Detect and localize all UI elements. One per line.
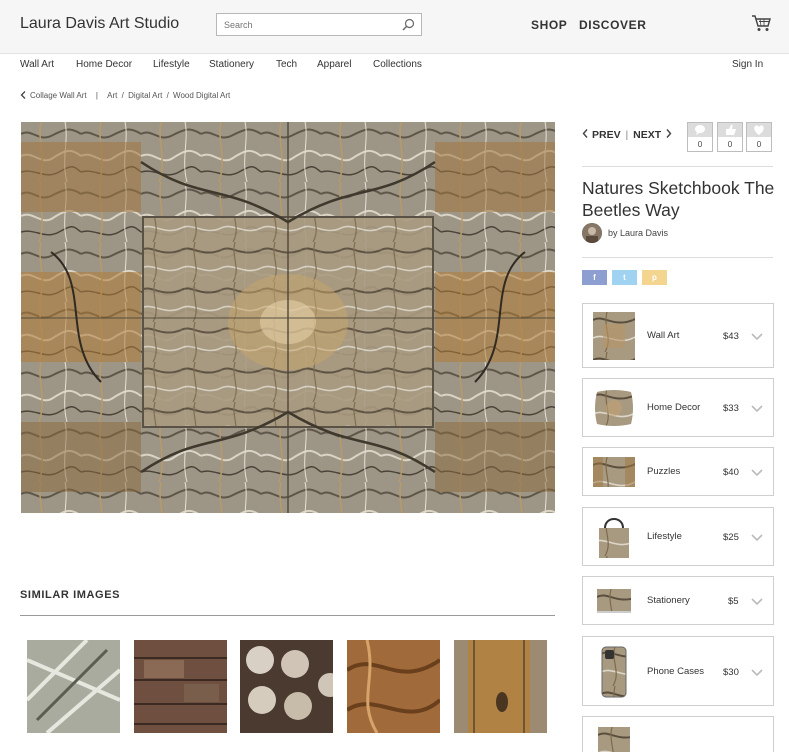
- category-wall-art[interactable]: Wall Art: [20, 59, 54, 70]
- breadcrumb-slash: /: [166, 91, 169, 100]
- similar-image-thumb[interactable]: [134, 640, 227, 733]
- similar-image-thumb[interactable]: [240, 640, 333, 733]
- product-name: Lifestyle: [647, 531, 682, 542]
- pager: PREV | NEXT: [582, 129, 672, 141]
- product-card-lifestyle[interactable]: Lifestyle $25: [582, 507, 774, 566]
- product-name: Puzzles: [647, 466, 681, 477]
- product-name: Wall Art: [647, 330, 680, 341]
- cart-icon[interactable]: [751, 14, 771, 32]
- product-price: $33: [723, 403, 739, 414]
- similar-image-thumb[interactable]: [454, 640, 547, 733]
- category-home-decor[interactable]: Home Decor: [76, 59, 132, 70]
- divider: [582, 166, 773, 167]
- category-collections[interactable]: Collections: [373, 59, 422, 70]
- pinterest-share-button[interactable]: p: [642, 270, 667, 285]
- artist-avatar[interactable]: [582, 223, 602, 243]
- chevron-down-icon[interactable]: [751, 333, 763, 341]
- thumbs-up-icon: [726, 124, 736, 135]
- chevron-down-icon[interactable]: [751, 534, 763, 542]
- artist-byline[interactable]: by Laura Davis: [608, 228, 668, 238]
- search-box[interactable]: [216, 13, 422, 36]
- nav-shop[interactable]: SHOP: [531, 18, 567, 32]
- divider: [20, 615, 555, 616]
- breadcrumb-art[interactable]: Art: [107, 91, 117, 100]
- nav-discover[interactable]: DISCOVER: [579, 18, 646, 32]
- comments-counter[interactable]: 0: [687, 122, 713, 152]
- similar-image-thumb[interactable]: [27, 640, 120, 733]
- comment-icon: [695, 125, 705, 135]
- category-nav: Wall Art Home Decor Lifestyle Stationery…: [0, 54, 789, 76]
- brand-title[interactable]: Laura Davis Art Studio: [20, 15, 179, 33]
- category-apparel[interactable]: Apparel: [317, 59, 351, 70]
- favorites-count: 0: [756, 140, 762, 149]
- chevron-down-icon[interactable]: [751, 469, 763, 477]
- search-input[interactable]: [217, 14, 397, 35]
- artwork-title: Natures Sketchbook The Beetles Way: [582, 178, 775, 220]
- product-thumb: [593, 388, 635, 428]
- comments-count: 0: [697, 140, 703, 149]
- twitter-icon: t: [623, 273, 626, 282]
- product-price: $43: [723, 331, 739, 342]
- likes-counter[interactable]: 0: [717, 122, 743, 152]
- heart-icon: [754, 125, 764, 135]
- breadcrumb-digital-art[interactable]: Digital Art: [128, 91, 162, 100]
- artwork-image[interactable]: [21, 122, 555, 513]
- chevron-down-icon[interactable]: [751, 405, 763, 413]
- breadcrumb: Collage Wall Art | Art / Digital Art / W…: [20, 91, 230, 100]
- chevron-left-icon[interactable]: [582, 129, 588, 138]
- breadcrumb-wood-digital-art[interactable]: Wood Digital Art: [173, 91, 230, 100]
- breadcrumb-back[interactable]: Collage Wall Art: [30, 91, 87, 100]
- chevron-down-icon[interactable]: [751, 669, 763, 677]
- next-link[interactable]: NEXT: [633, 129, 661, 141]
- favorites-counter[interactable]: 0: [746, 122, 772, 152]
- category-lifestyle[interactable]: Lifestyle: [153, 59, 190, 70]
- category-tech[interactable]: Tech: [276, 59, 297, 70]
- chevron-left-icon[interactable]: [20, 91, 26, 99]
- prev-link[interactable]: PREV: [592, 129, 621, 141]
- product-price: $40: [723, 467, 739, 478]
- facebook-icon: f: [593, 273, 596, 282]
- breadcrumb-slash: /: [121, 91, 124, 100]
- top-header: Laura Davis Art Studio SHOP DISCOVER: [0, 0, 789, 54]
- divider: [582, 257, 773, 258]
- product-card-partial[interactable]: [582, 716, 774, 752]
- product-card-phone-cases[interactable]: Phone Cases $30: [582, 636, 774, 706]
- sign-in-link[interactable]: Sign In: [732, 59, 763, 70]
- product-thumb: [593, 457, 635, 487]
- similar-images-heading: SIMILAR IMAGES: [20, 589, 121, 601]
- likes-count: 0: [727, 140, 733, 149]
- product-card-stationery[interactable]: Stationery $5: [582, 576, 774, 625]
- breadcrumb-divider: |: [95, 91, 98, 100]
- product-card-puzzles[interactable]: Puzzles $40: [582, 447, 774, 496]
- product-price: $25: [723, 532, 739, 543]
- category-stationery[interactable]: Stationery: [209, 59, 254, 70]
- twitter-share-button[interactable]: t: [612, 270, 637, 285]
- product-thumb: [597, 589, 631, 613]
- pager-divider: |: [625, 129, 629, 141]
- product-name: Stationery: [647, 595, 690, 606]
- facebook-share-button[interactable]: f: [582, 270, 607, 285]
- product-name: Home Decor: [647, 402, 701, 413]
- product-card-home-decor[interactable]: Home Decor $33: [582, 378, 774, 437]
- product-thumb: [593, 516, 635, 560]
- search-icon[interactable]: [402, 18, 415, 31]
- chevron-right-icon[interactable]: [666, 129, 672, 138]
- similar-image-thumb[interactable]: [347, 640, 440, 733]
- product-card-wall-art[interactable]: Wall Art $43: [582, 303, 774, 368]
- product-price: $30: [723, 667, 739, 678]
- product-thumb: [593, 312, 635, 360]
- chevron-down-icon[interactable]: [751, 598, 763, 606]
- product-thumb: [601, 646, 627, 698]
- product-price: $5: [728, 596, 739, 607]
- product-name: Phone Cases: [647, 666, 705, 677]
- product-thumb: [598, 727, 630, 752]
- pinterest-icon: p: [652, 273, 657, 282]
